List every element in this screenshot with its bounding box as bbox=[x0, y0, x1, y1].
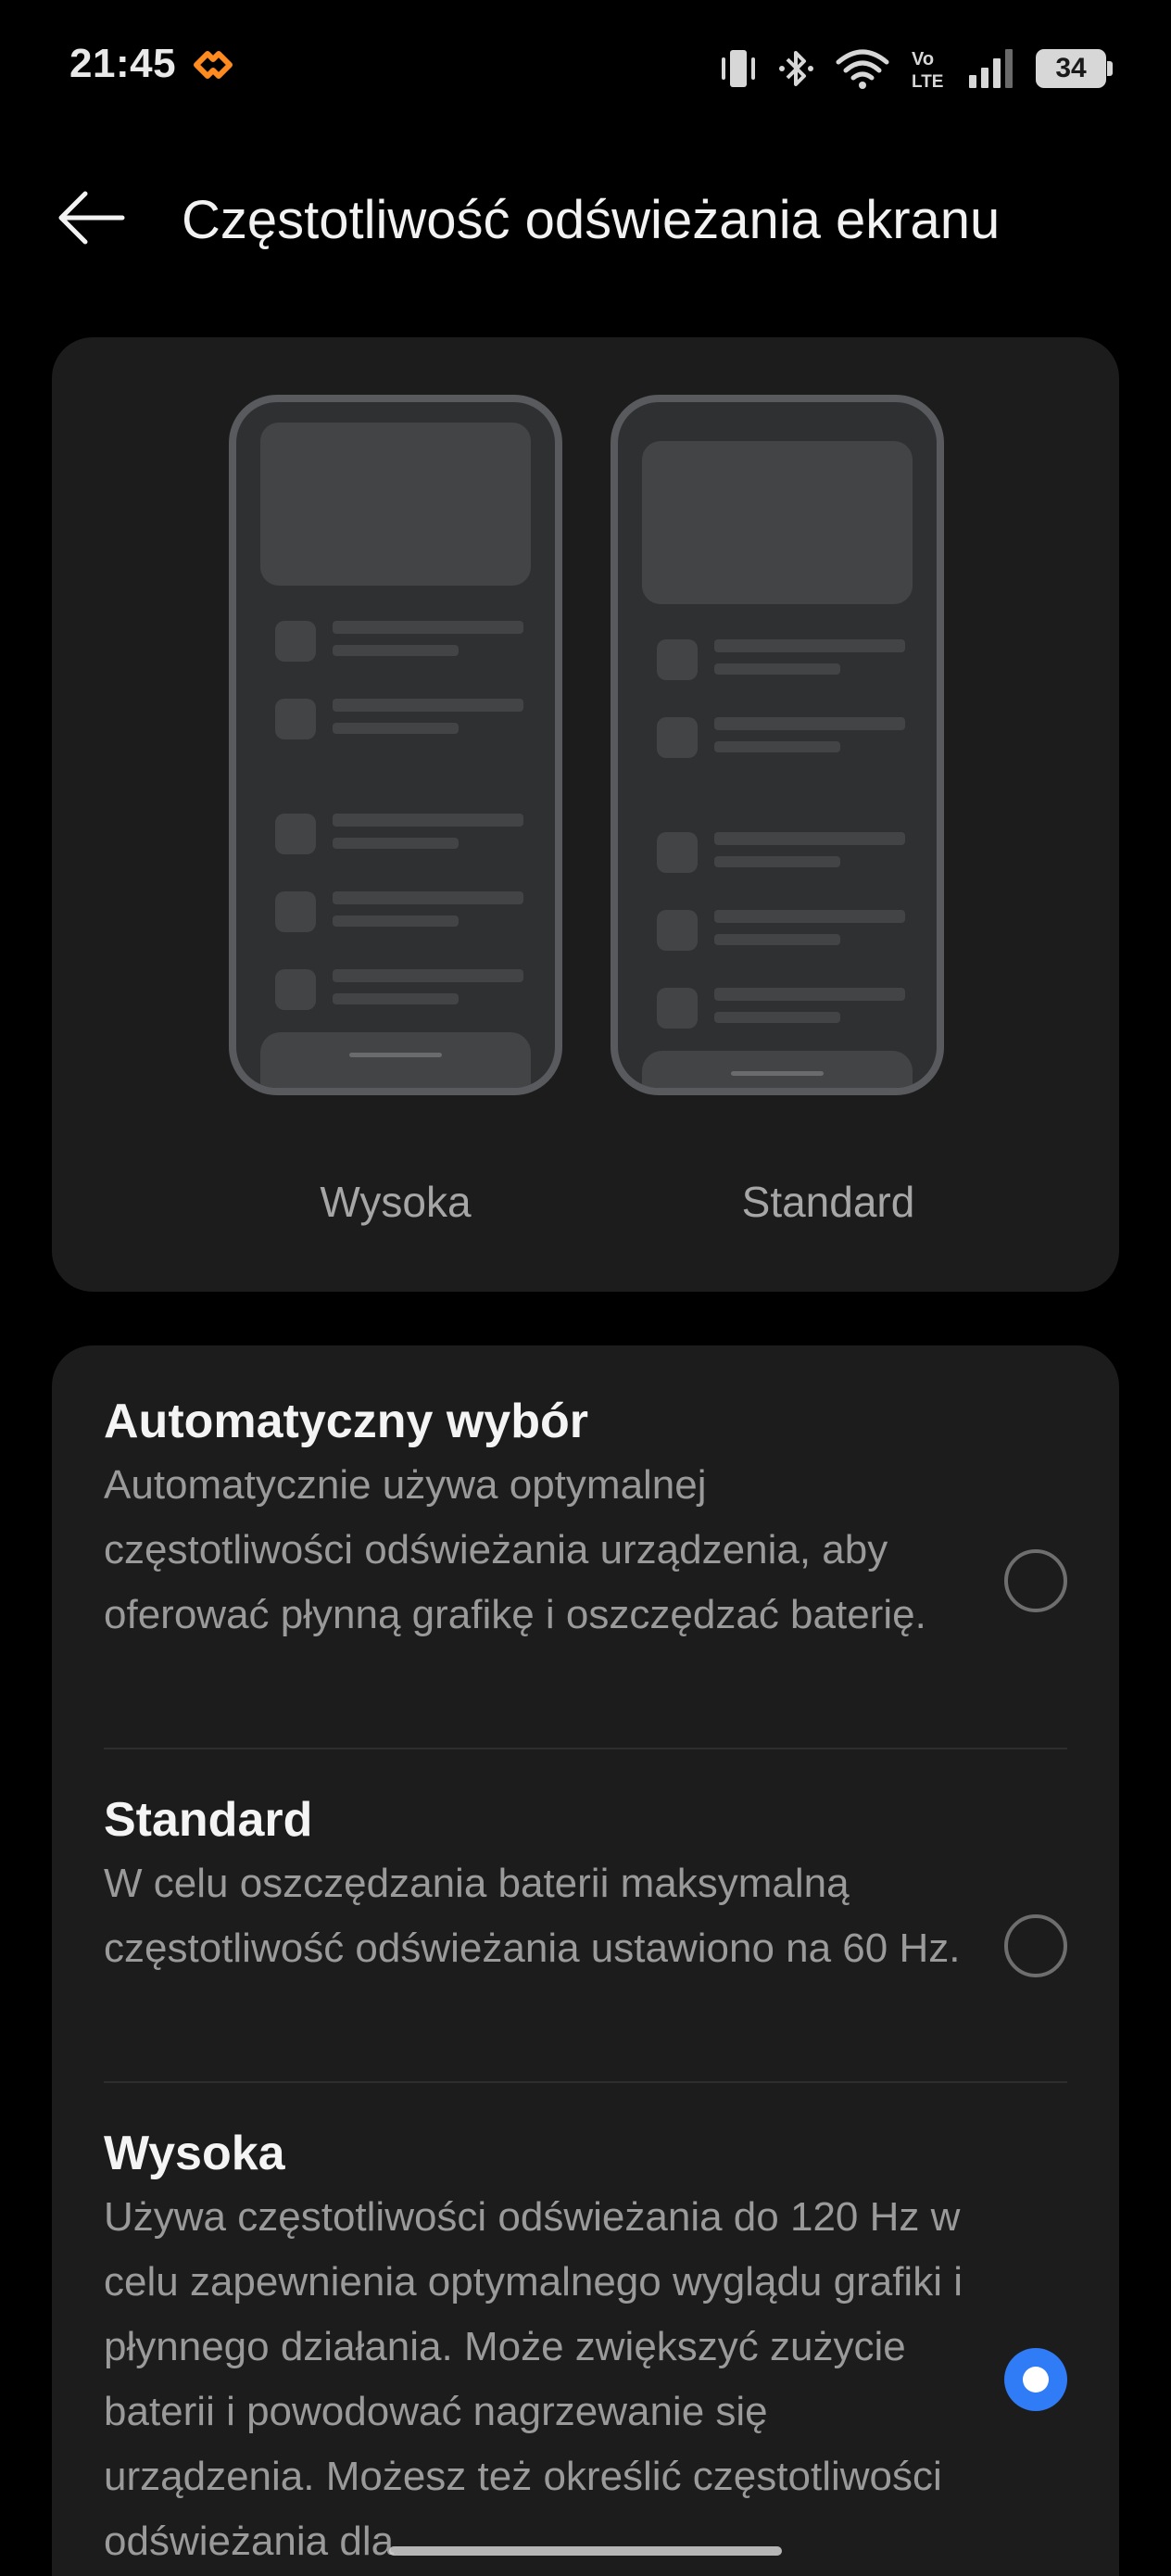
app-notification-icon bbox=[194, 51, 233, 79]
mock-row bbox=[657, 639, 905, 680]
bluetooth-icon bbox=[779, 51, 813, 86]
divider bbox=[104, 2081, 1067, 2083]
screen: 21:45 Vo LTE 34 Częstotliwość odświeżani… bbox=[0, 0, 1171, 2576]
back-button[interactable] bbox=[44, 176, 137, 259]
option-description: W celu oszczędzania baterii maksymalną c… bbox=[104, 1861, 961, 1971]
mock-banner bbox=[642, 441, 913, 604]
home-indicator[interactable] bbox=[389, 2546, 782, 2556]
radio-standard[interactable] bbox=[1004, 1914, 1067, 1977]
mock-banner bbox=[260, 423, 531, 586]
option-standard[interactable]: Standard W celu oszczędzania baterii mak… bbox=[104, 1788, 1067, 1981]
status-time: 21:45 bbox=[69, 41, 177, 86]
preview-label-high: Wysoka bbox=[320, 1178, 472, 1226]
divider bbox=[104, 1748, 1067, 1749]
option-description: Używa częstotliwości odświeżania do 120 … bbox=[104, 2194, 963, 2564]
vibrate-icon bbox=[722, 50, 755, 87]
mock-row bbox=[657, 910, 905, 951]
option-title: Automatyczny wybór bbox=[104, 1395, 588, 1448]
mock-row bbox=[657, 832, 905, 873]
volte-icon: Vo LTE bbox=[912, 49, 943, 91]
mock-row bbox=[275, 699, 523, 739]
option-high[interactable]: Wysoka Używa częstotliwości odświeżania … bbox=[104, 2122, 1067, 2574]
battery-level: 34 bbox=[1055, 53, 1087, 83]
signal-icon bbox=[969, 49, 1013, 88]
arrow-left-icon bbox=[58, 191, 125, 245]
mock-row bbox=[657, 717, 905, 758]
svg-text:Vo: Vo bbox=[912, 49, 934, 69]
mock-footer bbox=[642, 1051, 913, 1088]
wifi-icon bbox=[836, 49, 889, 89]
preview-card: Wysoka Standard bbox=[52, 337, 1119, 1292]
battery-icon: 34 bbox=[1036, 49, 1113, 88]
option-auto[interactable]: Automatyczny wybór Automatycznie używa o… bbox=[104, 1390, 1067, 1648]
preview-phone-high bbox=[229, 395, 562, 1095]
status-icons: Vo LTE 34 bbox=[719, 41, 1113, 96]
mock-row bbox=[275, 621, 523, 662]
preview-label-standard: Standard bbox=[741, 1178, 915, 1226]
refresh-rate-options: Automatyczny wybór Automatycznie używa o… bbox=[52, 1345, 1119, 2576]
option-description: Automatycznie używa optymalnej częstotli… bbox=[104, 1462, 926, 1637]
status-bar: 21:45 Vo LTE 34 bbox=[0, 0, 1171, 139]
option-title: Wysoka bbox=[104, 2127, 285, 2180]
preview-phone-standard bbox=[611, 395, 944, 1095]
mock-row bbox=[275, 814, 523, 854]
option-title: Standard bbox=[104, 1793, 313, 1847]
page-title: Częstotliwość odświeżania ekranu bbox=[182, 190, 1001, 250]
mock-row bbox=[657, 988, 905, 1029]
mock-footer bbox=[260, 1032, 531, 1088]
svg-text:LTE: LTE bbox=[912, 72, 943, 91]
mock-row bbox=[275, 969, 523, 1010]
mock-row bbox=[275, 891, 523, 932]
radio-auto[interactable] bbox=[1004, 1549, 1067, 1612]
radio-high[interactable] bbox=[1004, 2348, 1067, 2411]
header: Częstotliwość odświeżania ekranu bbox=[0, 158, 1171, 278]
